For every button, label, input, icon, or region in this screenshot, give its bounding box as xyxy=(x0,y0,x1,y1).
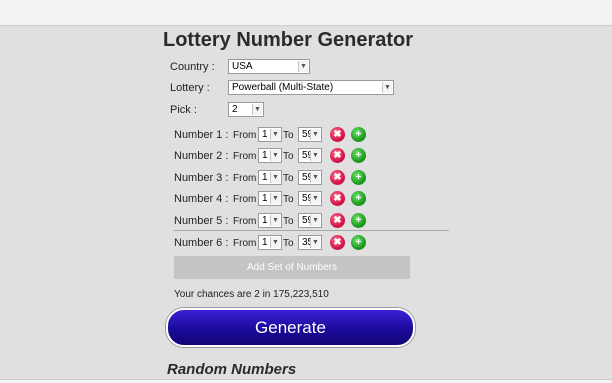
chevron-down-icon: ▼ xyxy=(270,193,280,204)
from-select[interactable]: 1 ▼ xyxy=(258,213,282,228)
chevron-down-icon: ▼ xyxy=(310,172,320,183)
pick-select[interactable]: 2 ▼ xyxy=(228,102,264,117)
to-select[interactable]: 59 ▼ xyxy=(298,127,322,142)
page-title: Lottery Number Generator xyxy=(163,29,414,51)
from-value: 1 xyxy=(262,129,268,140)
remove-icon[interactable]: ✖ xyxy=(330,213,345,228)
remove-icon[interactable]: ✖ xyxy=(330,127,345,142)
to-select[interactable]: 59 ▼ xyxy=(298,170,322,185)
generate-button[interactable]: Generate xyxy=(166,308,415,347)
to-label: To xyxy=(283,216,294,227)
to-label: To xyxy=(283,151,294,162)
to-label: To xyxy=(283,238,294,249)
from-select[interactable]: 1 ▼ xyxy=(258,148,282,163)
from-select[interactable]: 1 ▼ xyxy=(258,235,282,250)
number-label: Number 1 : xyxy=(174,129,229,141)
from-select[interactable]: 1 ▼ xyxy=(258,127,282,142)
chevron-down-icon: ▼ xyxy=(270,237,280,248)
page-bottom-edge xyxy=(0,379,612,383)
from-label: From xyxy=(233,194,257,205)
remove-icon[interactable]: ✖ xyxy=(330,235,345,250)
number-label: Number 4 : xyxy=(174,193,229,205)
to-select[interactable]: 59 ▼ xyxy=(298,191,322,206)
number-row-1: Number 1 : From 1 ▼ To 59 ▼ ✖ + xyxy=(174,124,449,144)
chevron-down-icon: ▼ xyxy=(310,193,320,204)
from-label: From xyxy=(233,173,257,184)
chevron-down-icon: ▼ xyxy=(310,129,320,140)
country-value: USA xyxy=(232,61,253,72)
remove-icon[interactable]: ✖ xyxy=(330,148,345,163)
to-select[interactable]: 59 ▼ xyxy=(298,148,322,163)
number-row-4: Number 4 : From 1 ▼ To 59 ▼ ✖ + xyxy=(174,188,449,208)
number-label: Number 2 : xyxy=(174,150,229,162)
add-icon[interactable]: + xyxy=(351,148,366,163)
add-icon[interactable]: + xyxy=(351,235,366,250)
country-select[interactable]: USA ▼ xyxy=(228,59,310,74)
chevron-down-icon: ▼ xyxy=(270,215,280,226)
chances-text: Your chances are 2 in 175,223,510 xyxy=(174,289,329,300)
from-label: From xyxy=(233,216,257,227)
number-row-2: Number 2 : From 1 ▼ To 59 ▼ ✖ + xyxy=(174,145,449,165)
pick-value: 2 xyxy=(232,104,238,115)
number-row-3: Number 3 : From 1 ▼ To 59 ▼ ✖ + xyxy=(174,167,449,187)
add-icon[interactable]: + xyxy=(351,127,366,142)
from-select[interactable]: 1 ▼ xyxy=(258,170,282,185)
chevron-down-icon: ▼ xyxy=(252,104,262,115)
number-row-5: Number 5 : From 1 ▼ To 59 ▼ ✖ + xyxy=(174,210,449,230)
remove-icon[interactable]: ✖ xyxy=(330,170,345,185)
from-value: 1 xyxy=(262,193,268,204)
pick-label: Pick : xyxy=(170,104,197,116)
to-select[interactable]: 59 ▼ xyxy=(298,213,322,228)
to-label: To xyxy=(283,173,294,184)
from-label: From xyxy=(233,238,257,249)
chevron-down-icon: ▼ xyxy=(298,61,308,72)
chevron-down-icon: ▼ xyxy=(310,215,320,226)
to-select[interactable]: 35 ▼ xyxy=(298,235,322,250)
browser-top-bar xyxy=(0,0,612,26)
number-label: Number 5 : xyxy=(174,215,229,227)
chevron-down-icon: ▼ xyxy=(270,129,280,140)
from-value: 1 xyxy=(262,172,268,183)
country-label: Country : xyxy=(170,61,215,73)
add-icon[interactable]: + xyxy=(351,191,366,206)
add-icon[interactable]: + xyxy=(351,170,366,185)
chevron-down-icon: ▼ xyxy=(382,82,392,93)
number-label: Number 3 : xyxy=(174,172,229,184)
lottery-select[interactable]: Powerball (Multi-State) ▼ xyxy=(228,80,394,95)
number-row-6: Number 6 : From 1 ▼ To 35 ▼ ✖ + xyxy=(174,232,449,252)
chevron-down-icon: ▼ xyxy=(310,150,320,161)
from-value: 1 xyxy=(262,150,268,161)
chevron-down-icon: ▼ xyxy=(310,237,320,248)
chevron-down-icon: ▼ xyxy=(270,150,280,161)
add-set-button[interactable]: Add Set of Numbers xyxy=(174,256,410,279)
from-value: 1 xyxy=(262,237,268,248)
to-label: To xyxy=(283,130,294,141)
number-label: Number 6 : xyxy=(174,237,229,249)
random-numbers-heading: Random Numbers xyxy=(167,361,297,378)
from-select[interactable]: 1 ▼ xyxy=(258,191,282,206)
chevron-down-icon: ▼ xyxy=(270,172,280,183)
lottery-label: Lottery : xyxy=(170,82,210,94)
remove-icon[interactable]: ✖ xyxy=(330,191,345,206)
from-label: From xyxy=(233,151,257,162)
to-label: To xyxy=(283,194,294,205)
add-icon[interactable]: + xyxy=(351,213,366,228)
from-label: From xyxy=(233,130,257,141)
from-value: 1 xyxy=(262,215,268,226)
row-divider xyxy=(174,230,449,231)
lottery-value: Powerball (Multi-State) xyxy=(232,82,334,93)
